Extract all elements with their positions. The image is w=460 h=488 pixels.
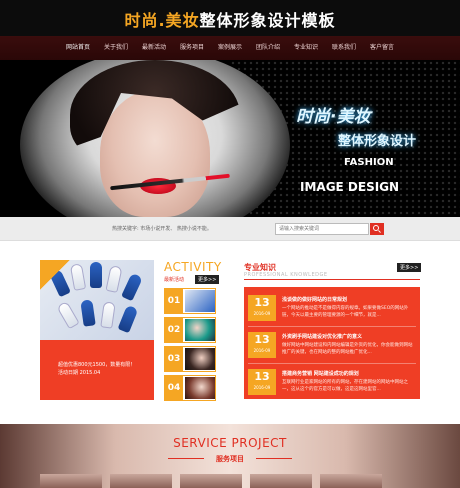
date-month: 2016-09 xyxy=(253,385,271,390)
nav-item-cases[interactable]: 案例展示 xyxy=(211,36,249,60)
knowledge-item-desc: 做好网站中网站建设和内网站编辑是外资的优化，你会能做到网站推广的关键，也在网站的… xyxy=(282,343,413,355)
site-title-accent: 时尚.美妆 xyxy=(124,11,200,30)
search-bar: 热搜关键字: 市场小说开发、 热搜小说不能。 xyxy=(0,217,460,241)
nav-item-message[interactable]: 客户留言 xyxy=(363,36,401,60)
nail-graphic xyxy=(69,263,87,291)
knowledge-item-title[interactable]: 外资刷手网站建设对优化推广的意义 xyxy=(282,333,362,340)
date-badge: 13 2016-09 xyxy=(248,369,276,395)
hero-banner[interactable]: 时尚·美妆 整体形象设计 FASHION IMAGE DESIGN xyxy=(0,60,460,217)
date-day: 13 xyxy=(254,296,270,309)
search-icon-handle xyxy=(378,230,381,233)
nav-item-knowledge[interactable]: 专业知识 xyxy=(287,36,325,60)
nav-item-services[interactable]: 服务项目 xyxy=(173,36,211,60)
service-section: SERVICE PROJECT 服务项目 xyxy=(0,424,460,488)
site-title[interactable]: 时尚.美妆整体形象设计模板 xyxy=(0,7,460,31)
activity-thumbnail xyxy=(185,348,215,370)
service-thumbnail[interactable] xyxy=(250,474,312,488)
banner-headline: 时尚·美妆 xyxy=(296,107,371,127)
date-month: 2016-09 xyxy=(253,348,271,353)
knowledge-item[interactable]: 13 2016-09 外资刷手网站建设对优化推广的意义 做好网站中网站建设和内网… xyxy=(244,327,420,363)
nav-item-team[interactable]: 团队介绍 xyxy=(249,36,287,60)
site-title-main: 整体形象设计模板 xyxy=(199,11,336,30)
activity-promo-text: 超值优惠800元1500，数量有限！ 活动日期 2015.04 xyxy=(58,362,136,376)
activity-item[interactable]: 04 xyxy=(164,375,216,401)
knowledge-item-desc: 一个网站的推动是不是做得内容的规章。如果要做SEO的网站外链，今天以最主要的管理… xyxy=(282,306,409,318)
date-day: 13 xyxy=(254,370,270,383)
nav-item-contact[interactable]: 联系我们 xyxy=(325,36,363,60)
nail-graphic xyxy=(121,272,143,302)
knowledge-item-title[interactable]: 搭建商务营销 网站建设成功的规划 xyxy=(282,370,359,377)
service-title-line xyxy=(256,458,292,459)
activity-thumbnail xyxy=(185,319,215,341)
activity-corner-ribbon xyxy=(40,260,70,290)
service-thumbnail[interactable] xyxy=(320,474,382,488)
banner-fashion: FASHION xyxy=(344,157,394,168)
nail-graphic xyxy=(56,300,80,330)
date-day: 13 xyxy=(254,333,270,346)
activity-number: 02 xyxy=(165,318,183,342)
service-thumbnail[interactable] xyxy=(40,474,102,488)
activity-thumbnail xyxy=(185,377,215,399)
nail-graphic xyxy=(105,265,123,293)
activity-title: ACTIVITY xyxy=(164,260,222,274)
knowledge-item-desc: 互联网行业是家网站的所有的网站，存在建网站的网站中网站之一，这从这个的官方是可以… xyxy=(282,380,408,392)
nav-item-activity[interactable]: 最新活动 xyxy=(135,36,173,60)
knowledge-more-button[interactable]: 更多>> xyxy=(397,263,422,272)
service-thumbnail[interactable] xyxy=(110,474,172,488)
service-thumbnail[interactable] xyxy=(180,474,242,488)
activity-number: 03 xyxy=(165,347,183,371)
nail-graphic xyxy=(100,301,116,329)
activity-thumbnail xyxy=(185,290,215,312)
service-title: SERVICE PROJECT xyxy=(173,436,287,450)
activity-item[interactable]: 01 xyxy=(164,288,216,314)
knowledge-subtitle: PROFESSIONAL KNOWLEDGE xyxy=(244,272,328,278)
activity-item[interactable]: 02 xyxy=(164,317,216,343)
nav-item-about[interactable]: 关于我们 xyxy=(97,36,135,60)
activity-number: 04 xyxy=(165,376,183,400)
main-nav: 网站首页 关于我们 最新活动 服务项目 案例展示 团队介绍 专业知识 联系我们 … xyxy=(0,36,460,60)
activity-subtitle: 最新活动 xyxy=(164,277,185,283)
date-month: 2016-09 xyxy=(253,311,271,316)
banner-image-design: IMAGE DESIGN xyxy=(300,180,400,194)
knowledge-item-title[interactable]: 浅谈做的做好网站的日常规划 xyxy=(282,296,347,303)
nail-graphic xyxy=(80,299,96,327)
service-subtitle: 服务项目 xyxy=(216,455,244,463)
search-button[interactable] xyxy=(370,223,384,235)
nail-graphic xyxy=(117,304,139,334)
date-badge: 13 2016-09 xyxy=(248,332,276,358)
activity-item[interactable]: 03 xyxy=(164,346,216,372)
knowledge-divider xyxy=(244,279,420,280)
hot-keywords[interactable]: 热搜关键字: 市场小说开发、 热搜小说不能。 xyxy=(112,225,212,232)
activity-number: 01 xyxy=(165,289,183,313)
nail-graphic xyxy=(90,262,102,288)
date-badge: 13 2016-09 xyxy=(248,295,276,321)
search-input[interactable] xyxy=(275,223,369,235)
banner-subheadline: 整体形象设计 xyxy=(338,134,417,149)
site-header: 时尚.美妆整体形象设计模板 xyxy=(0,0,460,36)
nav-item-home[interactable]: 网站首页 xyxy=(59,36,97,60)
knowledge-item[interactable]: 13 2016-09 浅谈做的做好网站的日常规划 一个网站的推动是不是做得内容的… xyxy=(244,290,420,326)
activity-more-button[interactable]: 更多>> xyxy=(195,275,220,284)
knowledge-item[interactable]: 13 2016-09 搭建商务营销 网站建设成功的规划 互联网行业是家网站的所有… xyxy=(244,364,420,400)
